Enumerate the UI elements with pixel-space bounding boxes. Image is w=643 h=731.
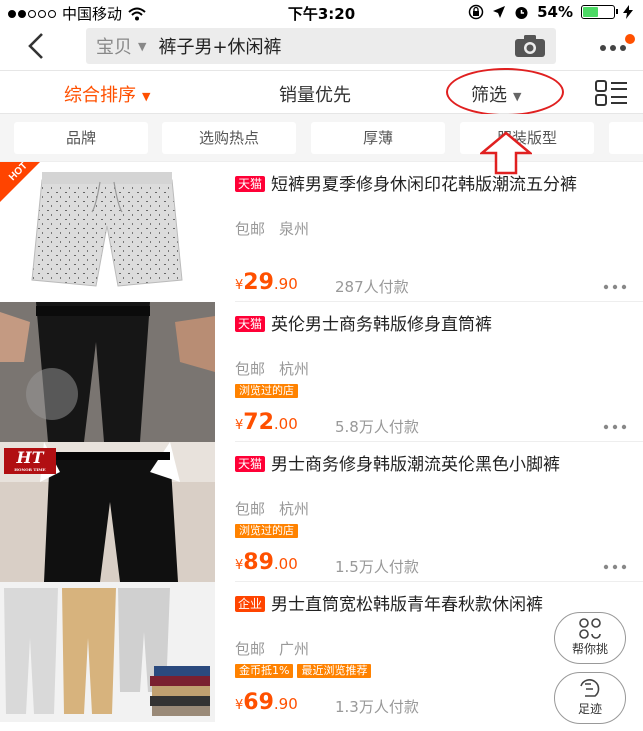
product-item[interactable]: 企业 男士直筒宽松韩版青年春秋款休闲裤 包邮 广州 金币抵1% 最近浏览推荐 ¥69.…: [0, 582, 643, 722]
product-title[interactable]: 企业 男士直筒宽松韩版青年春秋款休闲裤: [235, 594, 625, 616]
footprint-label: 足迹: [577, 702, 602, 716]
product-image[interactable]: [0, 302, 215, 442]
battery-percent: 54%: [537, 3, 573, 21]
filter-label: 筛选: [471, 85, 507, 106]
tag-visited-store: 浏览过的店: [235, 524, 298, 538]
shipping-location: 包邮 杭州: [235, 360, 310, 378]
search-input[interactable]: 宝贝 ▼ 裤子男+休闲裤: [86, 28, 556, 64]
product-title[interactable]: 天猫 男士商务修身韩版潮流英伦黑色小脚裤: [235, 454, 625, 476]
list-view-toggle-icon[interactable]: [595, 79, 629, 107]
location-arrow-icon: [493, 6, 506, 18]
alarm-icon: [515, 6, 528, 19]
sort-sales-button[interactable]: 销量优先: [279, 81, 351, 107]
tmall-badge: 天猫: [235, 176, 266, 192]
product-title[interactable]: 天猫 短裤男夏季修身休闲印花韩版潮流五分裤: [235, 174, 625, 196]
product-image[interactable]: [0, 582, 215, 722]
enterprise-badge: 企业: [235, 596, 266, 612]
sort-label: 销量优先: [279, 85, 351, 106]
sales-count: 1.3万人付款: [335, 698, 419, 716]
caret-down-icon: ▼: [142, 89, 151, 103]
brand-logo: HT HONOR TIME: [4, 448, 56, 474]
search-header: 宝贝 ▼ 裤子男+休闲裤: [0, 24, 643, 70]
sort-bar: 综合排序 ▼ 销量优先 筛选 ▼: [0, 70, 643, 114]
notification-dot: [625, 34, 635, 44]
sales-count: 5.8万人付款: [335, 418, 419, 436]
item-more-icon[interactable]: [603, 564, 627, 570]
help-me-pick-button[interactable]: 帮你挑: [554, 612, 626, 664]
battery-icon: [581, 5, 618, 19]
search-scope-selector[interactable]: 宝贝: [96, 33, 132, 59]
product-item[interactable]: HOT 天猫 短裤男夏季修身休闲印花韩版潮流五分裤 包邮 泉州 ¥29.90 287…: [0, 162, 643, 302]
chip-brand[interactable]: 品牌: [14, 122, 148, 154]
product-price: ¥69.90: [235, 690, 298, 715]
caret-down-icon: ▼: [138, 39, 147, 53]
product-price: ¥89.00: [235, 550, 298, 575]
caret-down-icon: ▼: [513, 89, 522, 103]
product-tags: 浏览过的店: [235, 524, 298, 538]
tmall-badge: 天猫: [235, 316, 266, 332]
status-bar: 中国移动 下午3:20 54%: [0, 0, 643, 24]
item-more-icon[interactable]: [603, 284, 627, 290]
product-title[interactable]: 天猫 英伦男士商务韩版修身直筒裤: [235, 314, 625, 336]
grid-icon: [579, 618, 601, 639]
footprint-icon: [580, 679, 600, 697]
product-item[interactable]: HT HONOR TIME 天猫 男士商务修身韩版潮流英伦黑色小脚裤 包邮 杭州 浏览…: [0, 442, 643, 582]
help-me-pick-label: 帮你挑: [571, 642, 608, 656]
chip-thickness[interactable]: 厚薄: [311, 122, 445, 154]
product-tags: 浏览过的店: [235, 384, 298, 398]
chip-more[interactable]: [609, 122, 643, 154]
filter-chips-bar: 品牌 选购热点 厚薄 服装版型: [0, 114, 643, 162]
back-arrow-icon[interactable]: [18, 28, 54, 64]
shipping-location: 包邮 杭州: [235, 500, 310, 518]
charging-bolt-icon: [623, 5, 633, 19]
sales-count: 1.5万人付款: [335, 558, 419, 576]
tag-recent-recommend: 最近浏览推荐: [297, 664, 372, 678]
shipping-location: 包邮 广州: [235, 640, 310, 658]
product-image[interactable]: HOT: [0, 162, 215, 302]
camera-icon[interactable]: [514, 34, 546, 58]
tag-coin-discount: 金币抵1%: [235, 664, 294, 678]
product-tags: 金币抵1% 最近浏览推荐: [235, 664, 372, 678]
item-more-icon[interactable]: [603, 424, 627, 430]
hot-ribbon: HOT: [0, 162, 44, 206]
footprint-button[interactable]: 足迹: [554, 672, 626, 724]
tmall-badge: 天猫: [235, 456, 266, 472]
product-image[interactable]: HT HONOR TIME: [0, 442, 215, 582]
sort-comprehensive-button[interactable]: 综合排序 ▼: [64, 81, 150, 107]
shipping-location: 包邮 泉州: [235, 220, 310, 238]
product-price: ¥29.90: [235, 270, 298, 295]
orientation-lock-icon: [468, 4, 484, 20]
sort-label: 综合排序: [64, 85, 136, 106]
chip-fit[interactable]: 服装版型: [460, 122, 594, 154]
chip-hot-picks[interactable]: 选购热点: [162, 122, 296, 154]
filter-button[interactable]: 筛选 ▼: [471, 81, 521, 107]
product-price: ¥72.00: [235, 410, 298, 435]
product-item[interactable]: 天猫 英伦男士商务韩版修身直筒裤 包邮 杭州 浏览过的店 ¥72.00 5.8万人付…: [0, 302, 643, 442]
tag-visited-store: 浏览过的店: [235, 384, 298, 398]
sales-count: 287人付款: [335, 278, 409, 296]
search-query: 裤子男+休闲裤: [158, 37, 282, 58]
